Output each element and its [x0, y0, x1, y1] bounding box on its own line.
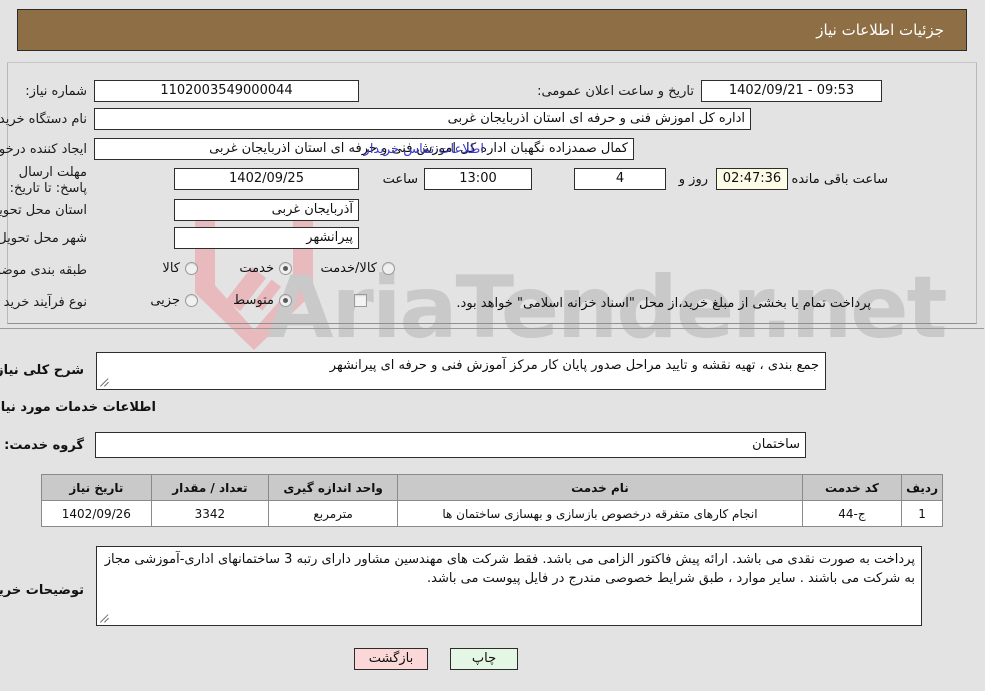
col-code: کد خدمت	[802, 474, 904, 501]
radio-label: جزیی	[151, 293, 181, 308]
general-need-text: جمع بندی ، تهیه نقشه و تایید مراحل صدور …	[330, 358, 820, 373]
radio-indicator[interactable]	[186, 262, 199, 275]
cell-row: 1	[902, 500, 944, 527]
buyer-org-field[interactable]: اداره کل اموزش فنی و حرفه ای استان اذربا…	[95, 108, 752, 130]
radio-category-khedmat[interactable]: خدمت	[240, 261, 293, 276]
cell-code: ج-44	[802, 500, 904, 527]
col-name: نام خدمت	[398, 474, 804, 501]
treasury-docs-checkbox[interactable]	[355, 294, 368, 307]
services-section-heading: اطلاعات خدمات مورد نیاز	[0, 400, 157, 415]
public-announce-field[interactable]: 1402/09/21 - 09:53	[702, 80, 883, 102]
radio-label: کالا/خدمت	[321, 261, 378, 276]
radio-category-kala-khedmat[interactable]: کالا/خدمت	[321, 261, 396, 276]
section-divider-top	[0, 328, 985, 329]
buyer-org-label: نام دستگاه خریدار:	[0, 112, 88, 127]
service-group-field[interactable]: ساختمان	[96, 432, 807, 458]
need-number-label: شماره نیاز:	[26, 84, 88, 99]
deadline-time-label: ساعت	[383, 172, 419, 187]
radio-label: خدمت	[240, 261, 275, 276]
cell-date: 1402/09/26	[42, 500, 153, 527]
delivery-province-field[interactable]: آذربایجان غربی	[175, 199, 360, 221]
resize-grip-icon[interactable]	[100, 612, 112, 624]
deadline-date-field[interactable]: 1402/09/25	[175, 168, 360, 190]
deadline-countdown-field: 02:47:36	[717, 168, 789, 190]
deadline-days-field[interactable]: 4	[575, 168, 667, 190]
delivery-city-field[interactable]: پیرانشهر	[175, 227, 360, 249]
need-number-field[interactable]: 1102003549000044	[95, 80, 360, 102]
cell-unit: مترمربع	[268, 500, 400, 527]
window-title-bar: جزئیات اطلاعات نیاز	[18, 9, 968, 51]
table-header-row: ردیف کد خدمت نام خدمت واحد اندازه گیری ت…	[42, 474, 944, 501]
print-button[interactable]: چاپ	[451, 648, 519, 670]
treasury-docs-label: پرداخت تمام یا بخشی از مبلغ خرید،از محل …	[457, 296, 872, 311]
radio-purchase-motavasset[interactable]: متوسط	[234, 293, 293, 308]
delivery-province-label: استان محل تحویل:	[0, 203, 88, 218]
category-label: طبقه بندی موضوعی:	[0, 263, 88, 278]
public-announce-label: تاریخ و ساعت اعلان عمومی:	[538, 84, 695, 99]
cell-quantity: 3342	[151, 500, 270, 527]
page-title: جزئیات اطلاعات نیاز	[817, 21, 945, 39]
radio-label: کالا	[163, 261, 181, 276]
page-root: AriaTender.net جزئیات اطلاعات نیاز شماره…	[0, 0, 985, 691]
col-quantity: تعداد / مقدار	[151, 474, 270, 501]
buyer-contact-link[interactable]: اطلاعات تماس خریدار	[365, 142, 485, 157]
delivery-city-label: شهر محل تحویل:	[0, 231, 88, 246]
deadline-time-field[interactable]: 13:00	[425, 168, 533, 190]
deadline-label: مهلت ارسال پاسخ: تا تاریخ:	[10, 165, 88, 196]
deadline-days-label: روز و	[679, 172, 709, 187]
radio-category-kala[interactable]: کالا	[163, 261, 199, 276]
back-button[interactable]: بازگشت	[355, 648, 429, 670]
requester-label: ایجاد کننده درخواست:	[0, 142, 88, 157]
radio-purchase-jozii[interactable]: جزیی	[151, 293, 199, 308]
buyer-notes-text: پرداخت به صورت نقدی می باشد. ارائه پیش ف…	[105, 552, 916, 586]
buyer-notes-label: توضیحات خریدار:	[0, 583, 85, 598]
deadline-countdown-label: ساعت باقی مانده	[792, 172, 889, 187]
radio-label: متوسط	[234, 293, 275, 308]
table-row[interactable]: 1 ج-44 انجام کارهای متفرقه درخصوص بازساز…	[42, 500, 944, 527]
col-date: تاریخ نیاز	[42, 474, 153, 501]
services-table: ردیف کد خدمت نام خدمت واحد اندازه گیری ت…	[42, 474, 944, 527]
col-row: ردیف	[902, 474, 944, 501]
radio-indicator[interactable]	[280, 262, 293, 275]
cell-name: انجام کارهای متفرقه درخصوص بازسازی و بهس…	[398, 500, 804, 527]
resize-grip-icon[interactable]	[100, 376, 112, 388]
col-unit: واحد اندازه گیری	[268, 474, 400, 501]
purchase-type-label: نوع فرآیند خرید :	[0, 295, 88, 310]
general-need-textarea[interactable]: جمع بندی ، تهیه نقشه و تایید مراحل صدور …	[97, 352, 827, 390]
radio-indicator[interactable]	[186, 294, 199, 307]
radio-indicator[interactable]	[280, 294, 293, 307]
service-group-label: گروه خدمت:	[5, 438, 85, 453]
buyer-notes-textarea[interactable]: پرداخت به صورت نقدی می باشد. ارائه پیش ف…	[97, 546, 923, 626]
radio-indicator[interactable]	[383, 262, 396, 275]
general-need-label: شرح کلی نیاز:	[0, 363, 85, 378]
